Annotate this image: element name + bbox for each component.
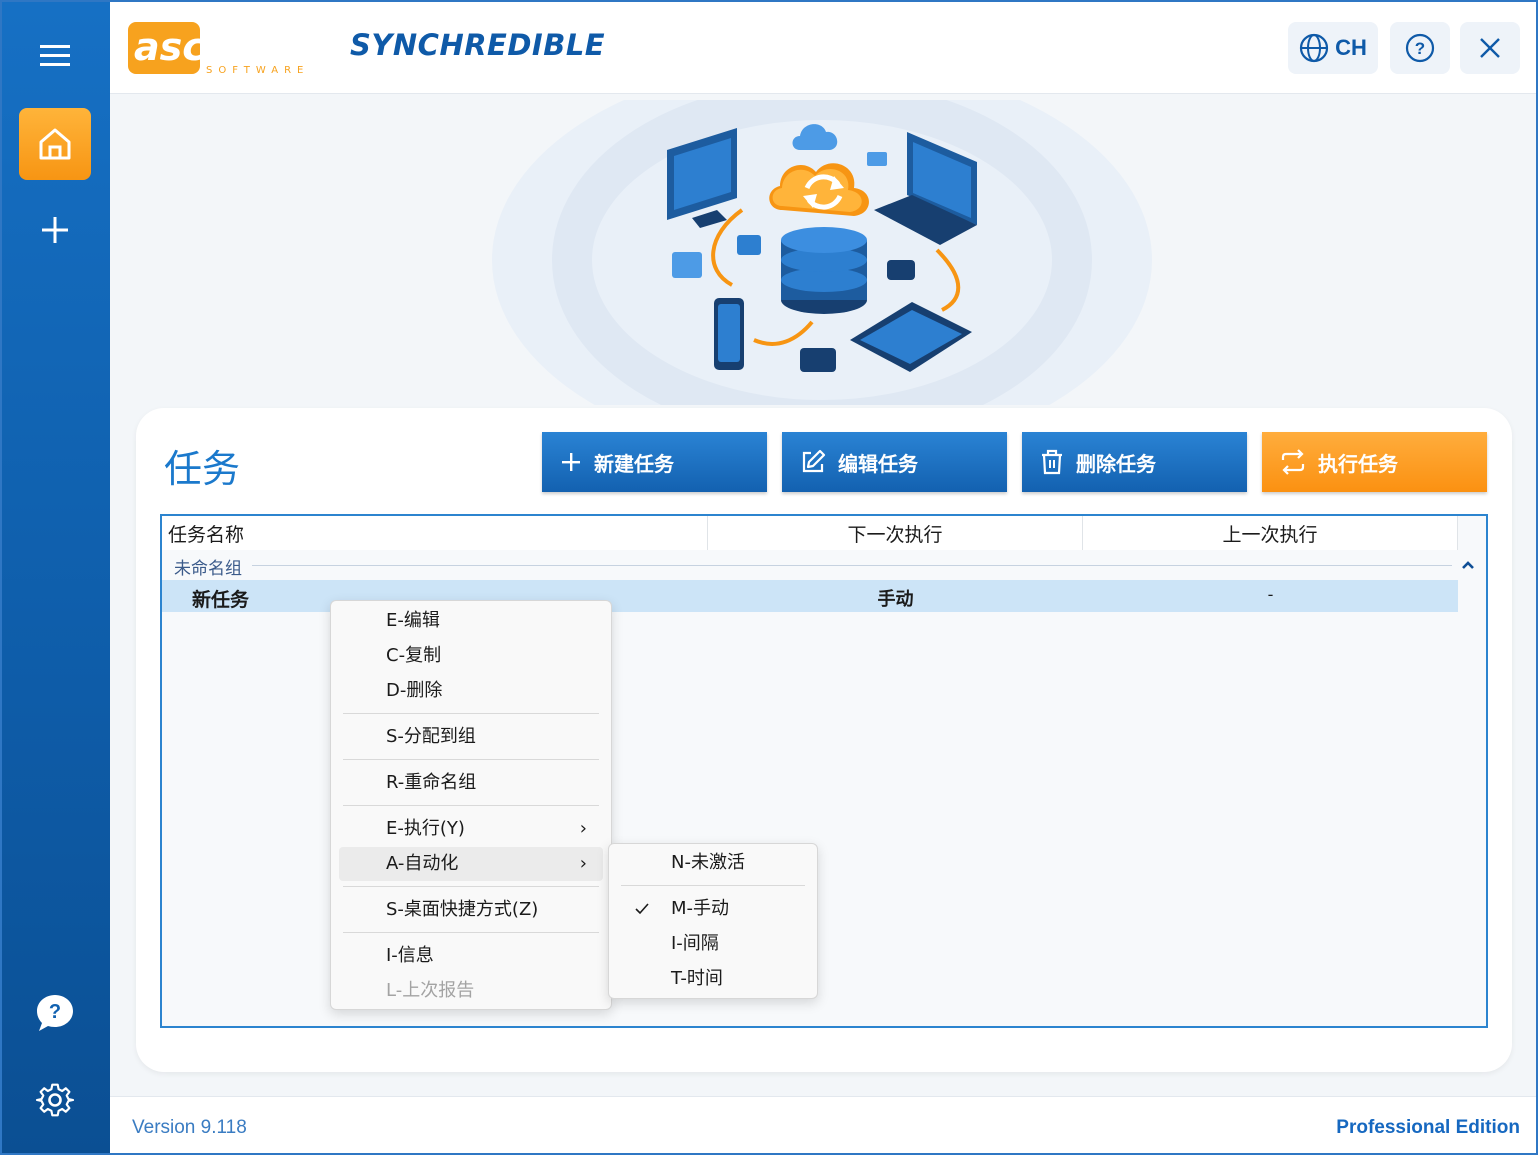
chat-help-icon: ?	[37, 995, 73, 1031]
column-header-last[interactable]: 上一次执行	[1083, 516, 1458, 550]
menu-button[interactable]	[19, 20, 91, 92]
menu-item-automation[interactable]: A-自动化 ›	[339, 847, 603, 881]
chevron-right-icon: ›	[579, 818, 587, 839]
folder-icon	[672, 252, 702, 278]
new-task-label: 新建任务	[594, 451, 674, 476]
sync-illustration	[492, 100, 1152, 405]
edition-label: Professional Edition	[1336, 1117, 1520, 1138]
menu-separator	[621, 885, 805, 886]
task-next-cell: 手动	[877, 589, 914, 610]
plus-icon	[42, 217, 68, 243]
menu-separator	[343, 759, 599, 760]
menu-item-assign-group[interactable]: S-分配到组	[339, 720, 603, 754]
language-button[interactable]: CH	[1288, 22, 1378, 74]
sync-icon	[1281, 449, 1305, 475]
globe-icon	[1300, 33, 1329, 63]
menu-item-execute[interactable]: E-执行(Y) ›	[339, 812, 603, 846]
close-button[interactable]	[1460, 22, 1520, 74]
new-task-button[interactable]: 新建任务	[542, 432, 767, 492]
menu-item-edit[interactable]: E-编辑	[339, 604, 603, 638]
home-button[interactable]	[19, 108, 91, 180]
group-row: 未命名组	[162, 550, 1486, 580]
submenu-item-manual-label: M-手动	[671, 898, 730, 919]
edit-task-button[interactable]: 编辑任务	[782, 432, 1007, 492]
header: ascomp SOFTWARE SYNCHREDIBLE CH ?	[110, 2, 1536, 94]
menu-item-desktop-shortcut[interactable]: S-桌面快捷方式(Z)	[339, 893, 603, 927]
svg-text:?: ?	[1415, 39, 1425, 58]
menu-item-delete[interactable]: D-删除	[339, 674, 603, 708]
gear-icon	[35, 1083, 75, 1117]
submenu-item-inactive[interactable]: N-未激活	[617, 846, 809, 880]
phone-icon	[714, 298, 744, 370]
app-window: ? ascomp SOFTWARE SYNCHREDIBLE CH ? 任务 新…	[0, 0, 1538, 1155]
menu-separator	[343, 886, 599, 887]
plus-icon	[562, 453, 580, 471]
close-icon	[1480, 38, 1500, 58]
add-button[interactable]	[19, 194, 91, 266]
checkmark-icon	[635, 903, 649, 915]
delete-task-button[interactable]: 删除任务	[1022, 432, 1247, 492]
menu-icon	[40, 45, 70, 66]
delete-task-label: 删除任务	[1076, 451, 1156, 476]
sidebar: ?	[2, 2, 110, 1153]
menu-item-execute-label: E-执行(Y)	[386, 818, 465, 839]
menu-separator	[343, 932, 599, 933]
edit-task-label: 编辑任务	[838, 451, 918, 476]
menu-item-automation-label: A-自动化	[386, 853, 459, 874]
run-task-button[interactable]: 执行任务	[1262, 432, 1487, 492]
table-header: 任务名称 下一次执行 上一次执行	[162, 516, 1458, 550]
task-name-cell: 新任务	[192, 589, 250, 611]
help-button[interactable]: ?	[1390, 22, 1450, 74]
logo-subtext: SOFTWARE	[206, 65, 309, 76]
menu-item-last-report: L-上次报告	[386, 980, 475, 1001]
column-header-next[interactable]: 下一次执行	[708, 516, 1083, 550]
svg-text:?: ?	[49, 1001, 61, 1023]
chevron-right-icon: ›	[579, 853, 587, 874]
footer: Version 9.118 Professional Edition	[110, 1096, 1536, 1153]
menu-separator	[343, 713, 599, 714]
run-task-label: 执行任务	[1318, 451, 1398, 476]
ascomp-logo: ascomp SOFTWARE	[128, 22, 309, 76]
column-header-name[interactable]: 任务名称	[162, 516, 708, 550]
submenu-item-interval[interactable]: I-间隔	[617, 927, 809, 961]
page-title: 任务	[164, 447, 241, 491]
edit-icon	[802, 449, 826, 473]
product-name: SYNCHREDIBLE	[350, 28, 606, 62]
menu-item-rename-group[interactable]: R-重命名组	[339, 766, 603, 800]
version-label: Version 9.118	[132, 1117, 247, 1138]
menu-item-info[interactable]: I-信息	[339, 939, 603, 973]
trash-icon	[1042, 449, 1062, 475]
submenu-item-manual[interactable]: M-手动	[617, 892, 809, 926]
help-icon: ?	[1405, 33, 1435, 63]
submenu-item-time[interactable]: T-时间	[617, 962, 809, 996]
settings-button[interactable]	[19, 1064, 91, 1136]
language-label: CH	[1335, 35, 1367, 60]
group-label: 未命名组	[174, 554, 248, 579]
database-icon	[781, 227, 867, 314]
context-menu: E-编辑 C-复制 D-删除 S-分配到组 R-重命名组 E-执行(Y) › A…	[330, 600, 612, 1010]
group-divider	[252, 565, 1452, 566]
chevron-up-icon[interactable]	[1460, 558, 1476, 572]
task-last-cell: -	[1267, 585, 1274, 604]
automation-submenu: N-未激活 M-手动 I-间隔 T-时间	[608, 843, 818, 999]
logo-text: ascomp	[134, 25, 298, 69]
menu-item-copy[interactable]: C-复制	[339, 639, 603, 673]
support-button[interactable]: ?	[19, 977, 91, 1049]
menu-separator	[343, 805, 599, 806]
home-icon	[39, 128, 71, 160]
